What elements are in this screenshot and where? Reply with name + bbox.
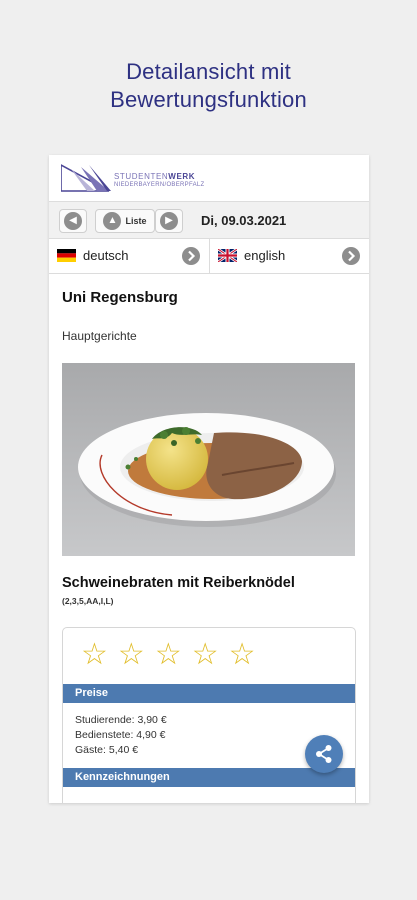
german-flag-icon	[57, 249, 76, 262]
rating-star-3[interactable]: ☆	[155, 638, 182, 672]
prev-day-button[interactable]: ◀	[59, 209, 87, 233]
date-navigation-bar: ◀ ▲ Liste ▶ Di, 09.03.2021	[49, 202, 369, 239]
canteen-title: Uni Regensburg	[62, 289, 178, 306]
rating-star-2[interactable]: ☆	[118, 638, 145, 672]
prices-section-header: Preise	[63, 684, 355, 703]
dish-additive-codes: (2,3,5,AA,I,L)	[62, 596, 114, 606]
promo-title: Detailansicht mit Bewertungsfunktion	[0, 58, 417, 114]
language-option-english[interactable]: english	[209, 239, 369, 273]
rating-star-5[interactable]: ☆	[229, 638, 256, 672]
rating-star-4[interactable]: ☆	[192, 638, 219, 672]
logo-brand-light: STUDENTEN	[114, 172, 169, 181]
logo-region: NIEDERBAYERN/OBERPFALZ	[114, 182, 205, 188]
dish-name: Schweinebraten mit Reiberknödel	[62, 575, 295, 591]
share-button[interactable]	[305, 735, 343, 773]
language-option-deutsch[interactable]: deutsch	[49, 239, 209, 273]
language-label-deutsch: deutsch	[83, 248, 129, 263]
studentenwerk-logo-icon	[61, 164, 111, 192]
star-rating: ☆ ☆ ☆ ☆ ☆	[81, 638, 256, 672]
dish-details-card: ☆ ☆ ☆ ☆ ☆ Preise Studierende: 3,90 € Bed…	[62, 627, 356, 803]
phone-screen: STUDENTENWERK NIEDERBAYERN/OBERPFALZ ◀ ▲…	[49, 155, 369, 803]
list-button[interactable]: ▲ Liste	[95, 209, 155, 233]
price-students: Studierende: 3,90 €	[75, 714, 167, 726]
list-button-label: Liste	[125, 216, 147, 226]
price-staff: Bedienstete: 4,90 €	[75, 729, 166, 741]
price-guests: Gäste: 5,40 €	[75, 744, 139, 756]
next-day-button[interactable]: ▶	[155, 209, 183, 233]
header-logo-bar: STUDENTENWERK NIEDERBAYERN/OBERPFALZ	[49, 155, 369, 202]
logo-brand-bold: WERK	[168, 172, 196, 181]
dish-photo	[62, 363, 355, 556]
arrow-up-icon: ▲	[103, 212, 122, 230]
chevron-right-icon	[182, 247, 200, 265]
promo-title-line1: Detailansicht mit	[126, 59, 291, 84]
logo-text: STUDENTENWERK NIEDERBAYERN/OBERPFALZ	[114, 172, 205, 189]
share-icon	[316, 745, 332, 763]
chevron-right-icon	[342, 247, 360, 265]
rating-star-1[interactable]: ☆	[81, 638, 108, 672]
arrow-left-icon: ◀	[64, 212, 82, 230]
current-date: Di, 09.03.2021	[201, 213, 287, 228]
uk-flag-icon	[218, 249, 237, 262]
language-bar: deutsch english	[49, 239, 369, 274]
language-label-english: english	[244, 248, 286, 263]
promo-title-line2: Bewertungsfunktion	[110, 87, 307, 112]
arrow-right-icon: ▶	[160, 212, 178, 230]
meal-category: Hauptgerichte	[62, 329, 137, 343]
